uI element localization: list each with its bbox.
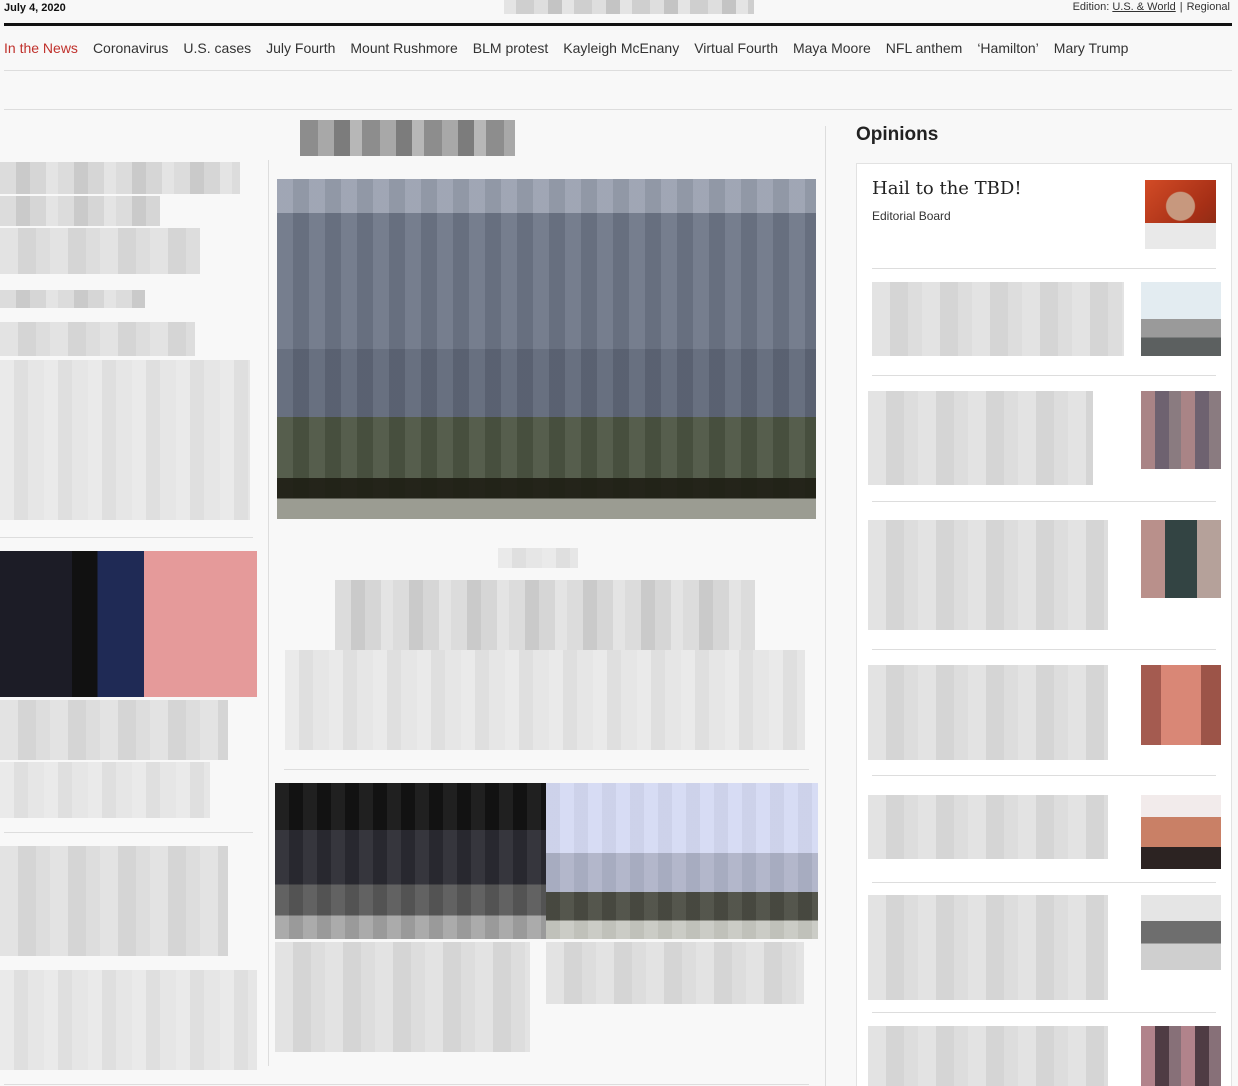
nav-item-maya-moore[interactable]: Maya Moore xyxy=(793,40,871,56)
nav-item-july-fourth[interactable]: July Fourth xyxy=(266,40,335,56)
opinion-item-3-thumbnail[interactable] xyxy=(1141,391,1221,469)
bottom-rule xyxy=(4,1084,809,1085)
lead-story-summary xyxy=(285,650,805,750)
nav-item-in-the-news[interactable]: In the News xyxy=(4,40,78,56)
edition-us-world-link[interactable]: U.S. & World xyxy=(1112,1,1175,13)
opinion-divider-2 xyxy=(872,375,1216,376)
opinion-item-6-thumbnail[interactable] xyxy=(1141,795,1221,869)
opinion-divider-4 xyxy=(872,649,1216,650)
opinion-item-2-headline[interactable] xyxy=(872,282,1124,356)
opinion-item-7-thumbnail[interactable] xyxy=(1141,895,1221,970)
center-section-header[interactable] xyxy=(300,120,515,156)
center-story-2-image[interactable] xyxy=(275,783,546,939)
edition-switcher: Edition: U.S. & World | Regional xyxy=(1073,1,1230,13)
opinion-item-5-headline[interactable] xyxy=(868,665,1108,760)
opinion-divider-5 xyxy=(872,775,1216,776)
nav-item-kayleigh-mcenany[interactable]: Kayleigh McEnany xyxy=(563,40,679,56)
left-story-2-subhead[interactable] xyxy=(0,322,195,356)
left-story-1-summary xyxy=(0,228,200,274)
left-story-3-image[interactable] xyxy=(0,551,257,697)
opinion-lead-photo[interactable] xyxy=(1145,180,1216,249)
nav-item-blm-protest[interactable]: BLM protest xyxy=(473,40,548,56)
left-story-divider xyxy=(0,537,253,538)
lead-story-kicker[interactable] xyxy=(498,548,578,568)
opinion-item-7-headline[interactable] xyxy=(868,895,1108,1000)
center-story-3-headline[interactable] xyxy=(546,942,804,1004)
lead-story-headline[interactable] xyxy=(335,580,755,650)
left-story-2-headline[interactable] xyxy=(0,290,145,308)
lead-story-image[interactable] xyxy=(277,179,816,519)
edition-label: Edition: xyxy=(1072,1,1110,13)
nav-item-coronavirus[interactable]: Coronavirus xyxy=(93,40,168,56)
edition-separator: | xyxy=(1179,1,1183,13)
left-story-2-summary xyxy=(0,360,250,520)
nav-item-nfl-anthem[interactable]: NFL anthem xyxy=(886,40,963,56)
nav-item-virtual-fourth[interactable]: Virtual Fourth xyxy=(694,40,778,56)
opinion-item-4-headline[interactable] xyxy=(868,520,1108,630)
opinion-item-5-thumbnail[interactable] xyxy=(1141,665,1221,745)
right-column-divider xyxy=(825,126,826,1086)
nav-item-hamilton[interactable]: ‘Hamilton’ xyxy=(977,40,1038,56)
opinions-section-title[interactable]: Opinions xyxy=(856,124,938,146)
opinion-item-3-headline[interactable] xyxy=(868,391,1093,485)
opinion-lead-byline[interactable]: Editorial Board xyxy=(872,209,951,223)
nav-item-us-cases[interactable]: U.S. cases xyxy=(183,40,251,56)
opinion-divider-1 xyxy=(872,268,1216,269)
left-story-3-summary xyxy=(0,762,210,818)
opinion-divider-7 xyxy=(872,1012,1216,1013)
site-logo[interactable] xyxy=(504,0,754,14)
nav-item-mary-trump[interactable]: Mary Trump xyxy=(1054,40,1129,56)
left-story-1-headline[interactable] xyxy=(0,162,240,194)
opinion-item-8-thumbnail[interactable] xyxy=(1141,1026,1221,1086)
center-story-2-headline[interactable] xyxy=(275,942,530,1052)
edition-regional-link[interactable]: Regional xyxy=(1187,1,1230,13)
opinion-item-2-thumbnail[interactable] xyxy=(1141,282,1221,356)
opinion-item-6-headline[interactable] xyxy=(868,795,1108,859)
opinion-lead-headline[interactable]: Hail to the TBD! xyxy=(872,178,1022,199)
center-story-3-image[interactable] xyxy=(546,783,818,939)
left-column-divider xyxy=(268,160,269,1066)
in-the-news-nav: In the News Coronavirus U.S. cases July Fou… xyxy=(4,40,1143,60)
left-story-4-summary xyxy=(0,970,257,1070)
opinion-item-8-headline[interactable] xyxy=(868,1026,1108,1086)
nav-item-mount-rushmore[interactable]: Mount Rushmore xyxy=(350,40,457,56)
masthead-rule xyxy=(4,23,1232,26)
date-label: July 4, 2020 xyxy=(4,2,66,14)
opinion-divider-6 xyxy=(872,882,1216,883)
content-top-rule xyxy=(4,109,1232,110)
nav-bottom-rule xyxy=(4,70,1232,71)
left-story-divider-2 xyxy=(4,832,253,833)
left-story-1-headline-line2[interactable] xyxy=(0,196,160,226)
left-story-4-headline[interactable] xyxy=(0,846,228,956)
left-story-3-headline[interactable] xyxy=(0,700,228,760)
center-story-divider xyxy=(284,769,809,770)
opinion-divider-3 xyxy=(872,501,1216,502)
opinion-item-4-thumbnail[interactable] xyxy=(1141,520,1221,598)
